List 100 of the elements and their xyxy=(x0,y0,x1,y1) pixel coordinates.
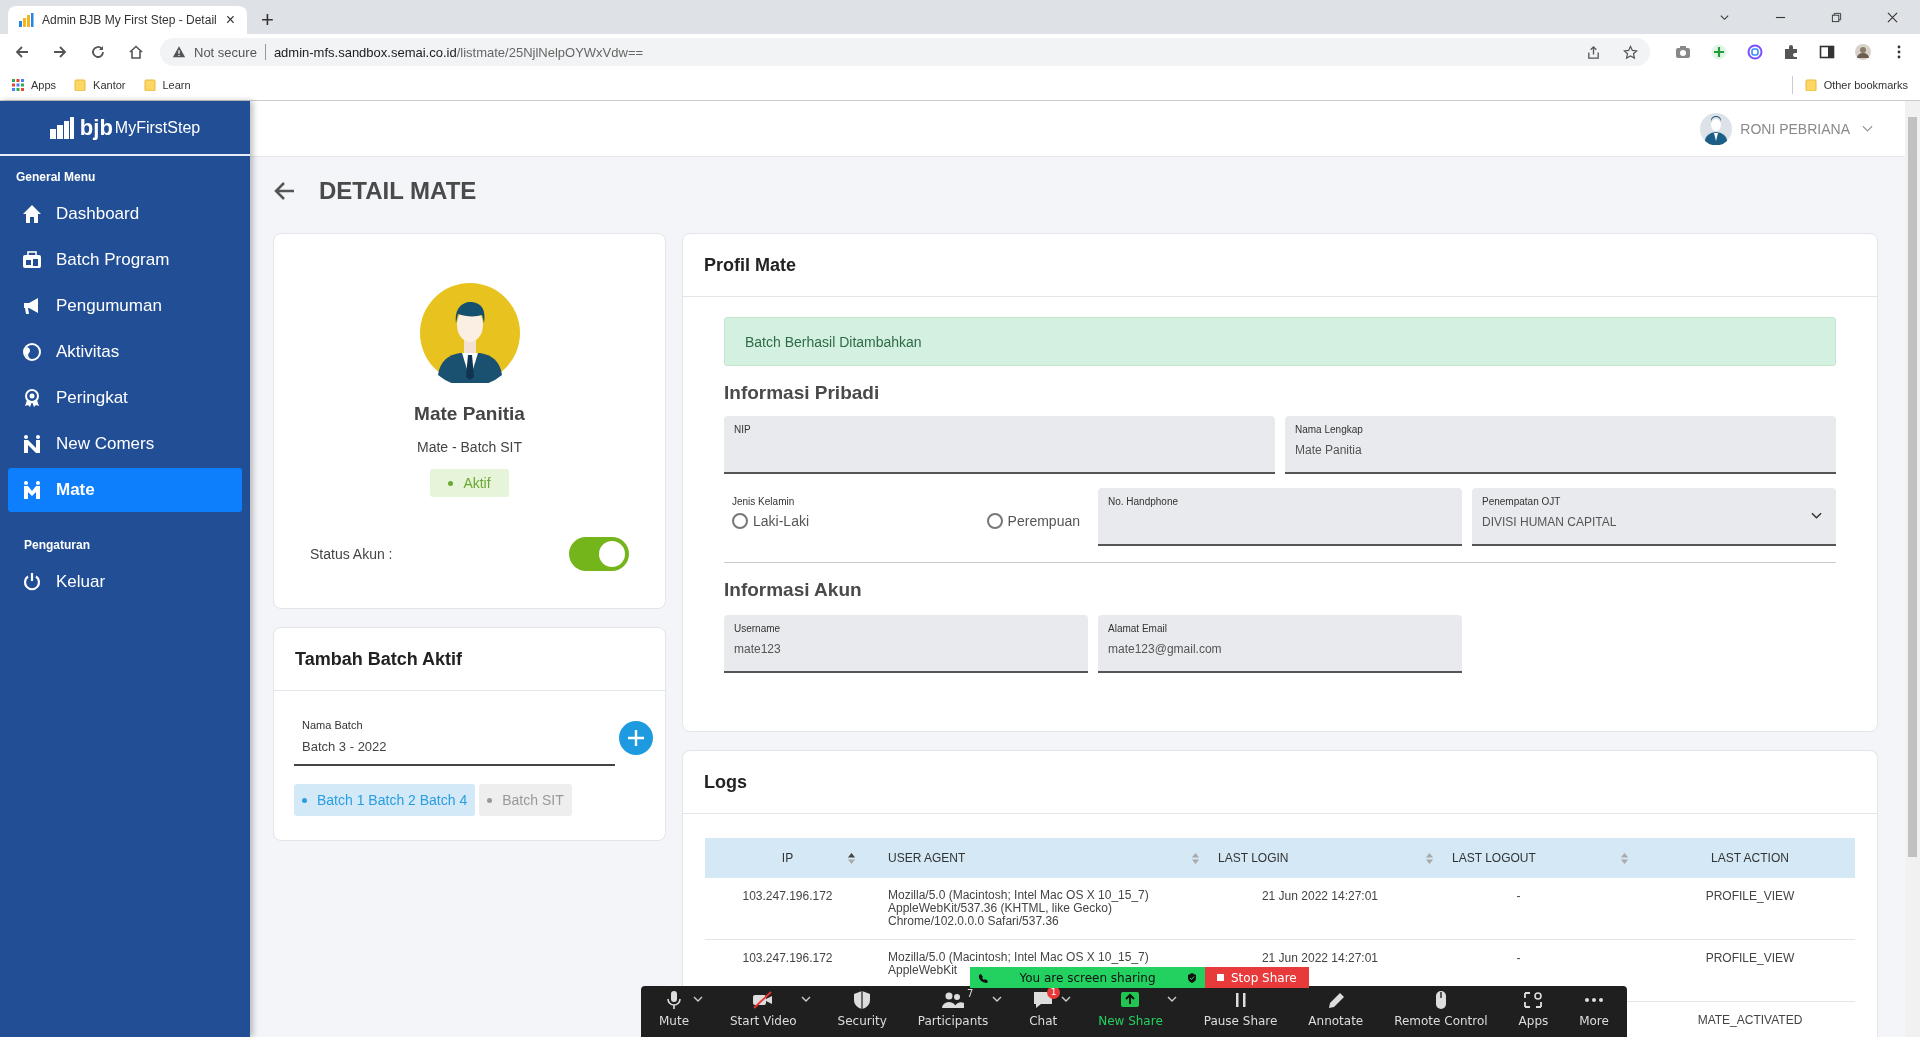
plus-icon[interactable] xyxy=(1711,44,1727,60)
tab-close-button[interactable]: × xyxy=(223,11,237,29)
back-arrow-icon[interactable] xyxy=(273,181,295,201)
ring-icon[interactable] xyxy=(1747,44,1763,60)
meeting-control[interactable]: Start Video xyxy=(725,990,801,1028)
bookmark[interactable]: Other bookmarks xyxy=(1804,79,1908,91)
back-icon[interactable] xyxy=(14,44,30,60)
phone-field[interactable]: No. Handphone xyxy=(1098,488,1462,546)
sidebar-item[interactable]: Dashboard xyxy=(8,192,242,236)
user-avatar-icon xyxy=(1700,112,1733,145)
sidebar-item[interactable]: Peringkat xyxy=(8,376,242,420)
status-dot-icon xyxy=(448,480,454,486)
restore-icon[interactable] xyxy=(1831,11,1842,23)
meeting-control[interactable]: Pause Share xyxy=(1199,990,1282,1028)
column-header[interactable]: IP xyxy=(781,851,794,865)
batch-name-field[interactable]: Nama Batch Batch 3 - 2022 xyxy=(294,709,615,766)
column-header[interactable]: LAST LOGOUT xyxy=(1452,851,1536,865)
sidebar-item[interactable]: New Comers xyxy=(8,422,242,466)
security-label: Not secure xyxy=(194,44,257,60)
camera-icon[interactable] xyxy=(1675,44,1691,60)
tab-title: Admin BJB My First Step - Detail xyxy=(42,13,216,27)
meeting-control[interactable]: Apps xyxy=(1514,990,1553,1028)
close-icon[interactable] xyxy=(1887,11,1898,23)
caret-icon[interactable] xyxy=(1061,996,1072,1002)
logo-icon xyxy=(49,116,74,139)
url-text: admin-mfs.sandbox.semai.co.id/listmate/25NjlNelpOYWxVdw== xyxy=(273,44,644,60)
sort-icon[interactable] xyxy=(847,851,856,865)
table-cell: 21 Jun 2022 14:27:01 xyxy=(1261,951,1379,965)
caret-icon[interactable] xyxy=(1166,996,1177,1002)
logo-text: bjb xyxy=(79,114,113,141)
placement-select[interactable]: Penempatan OJT DIVISI HUMAN CAPITAL xyxy=(1472,488,1836,546)
shield-icon xyxy=(1187,972,1197,983)
browser-tab[interactable]: Admin BJB My First Step - Detail × xyxy=(8,6,247,34)
chevron-down-icon xyxy=(1862,124,1873,133)
puzzle-icon[interactable] xyxy=(1783,44,1799,60)
address-bar[interactable]: Not secure admin-mfs.sandbox.semai.co.id/listmate/25NjlNelpOYWxVdw== xyxy=(160,38,1650,66)
home-icon[interactable] xyxy=(128,44,144,60)
success-alert: Batch Berhasil Ditambahkan xyxy=(724,317,1836,366)
username-field[interactable]: Username mate123 xyxy=(724,615,1088,673)
email-field[interactable]: Alamat Email mate123@gmail.com xyxy=(1098,615,1462,673)
meeting-control[interactable]: Mute xyxy=(655,990,694,1028)
caret-icon[interactable] xyxy=(693,996,704,1002)
card-title: Tambah Batch Aktif xyxy=(274,628,665,691)
warning-icon xyxy=(172,45,186,59)
caret-icon[interactable] xyxy=(800,996,811,1002)
table-cell: 21 Jun 2022 14:27:01 xyxy=(1261,889,1379,903)
section-title: Informasi Akun xyxy=(724,579,863,601)
profile-avatar-icon[interactable] xyxy=(1855,44,1871,60)
bookmark[interactable]: Apps xyxy=(12,79,57,91)
meeting-control[interactable]: New Share xyxy=(1094,990,1167,1028)
status-text: Aktif xyxy=(463,475,491,491)
add-button[interactable] xyxy=(619,720,653,755)
award-icon xyxy=(22,388,42,408)
bookmark[interactable]: Kantor xyxy=(74,79,126,91)
sidebar-item[interactable]: Aktivitas xyxy=(8,330,242,374)
apps-grid-icon xyxy=(12,79,24,91)
column-header[interactable]: LAST ACTION xyxy=(1711,851,1789,865)
column-header[interactable]: LAST LOGIN xyxy=(1218,851,1289,865)
menu-section-title: Pengaturan xyxy=(23,537,91,554)
star-icon[interactable] xyxy=(1623,44,1638,60)
folder-icon xyxy=(1804,79,1817,91)
full-name-field[interactable]: Nama Lengkap Mate Panitia xyxy=(1285,416,1836,474)
phone-icon xyxy=(978,972,988,983)
side-panel-icon[interactable] xyxy=(1819,44,1835,60)
meeting-control[interactable]: More xyxy=(1575,990,1613,1028)
meeting-control[interactable]: 7 Participants xyxy=(913,990,993,1028)
people-icon xyxy=(941,990,966,1010)
account-status-toggle[interactable] xyxy=(569,537,629,571)
sidebar-item[interactable]: Mate xyxy=(8,468,242,512)
nip-field[interactable]: NIP xyxy=(724,416,1275,474)
scrollbar-thumb[interactable] xyxy=(1908,117,1917,857)
newcomer-icon xyxy=(22,434,42,454)
meeting-control[interactable]: Remote Control xyxy=(1390,990,1492,1028)
mate-icon xyxy=(22,480,42,500)
bookmark[interactable]: Learn xyxy=(143,79,191,91)
meeting-control[interactable]: Annotate xyxy=(1304,990,1368,1028)
batch-tag: Batch 1 Batch 2 Batch 4 xyxy=(294,784,476,816)
sidebar-item[interactable]: Keluar xyxy=(8,560,242,604)
gender-radio[interactable]: Laki-Laki xyxy=(732,513,810,529)
share-icon[interactable] xyxy=(1586,44,1601,60)
caret-icon[interactable] xyxy=(992,996,1003,1002)
table-cell: MATE_ACTIVATED xyxy=(1697,1013,1803,1027)
menu-section-title: General Menu xyxy=(15,169,97,186)
sidebar-item[interactable]: Pengumuman xyxy=(8,284,242,328)
stop-share-button[interactable]: Stop Share xyxy=(1205,967,1309,988)
account-status-label: Status Akun : xyxy=(310,546,393,562)
user-menu[interactable]: RONI PEBRIANA xyxy=(1700,112,1873,145)
forward-icon[interactable] xyxy=(52,44,68,60)
reload-icon[interactable] xyxy=(90,44,106,60)
person-avatar-icon xyxy=(419,283,520,383)
column-header[interactable]: USER AGENT xyxy=(888,851,966,865)
meeting-control[interactable]: Security xyxy=(833,990,891,1028)
chevron-down-icon xyxy=(1811,512,1822,520)
new-tab-button[interactable]: + xyxy=(261,9,274,31)
home-icon xyxy=(22,204,42,224)
sidebar-item[interactable]: Batch Program xyxy=(8,238,242,282)
batch-tag: Batch SIT xyxy=(479,784,572,816)
profile-name: Mate Panitia xyxy=(414,403,525,425)
table-cell: - xyxy=(1516,951,1521,965)
gender-radio[interactable]: Perempuan xyxy=(986,513,1080,529)
